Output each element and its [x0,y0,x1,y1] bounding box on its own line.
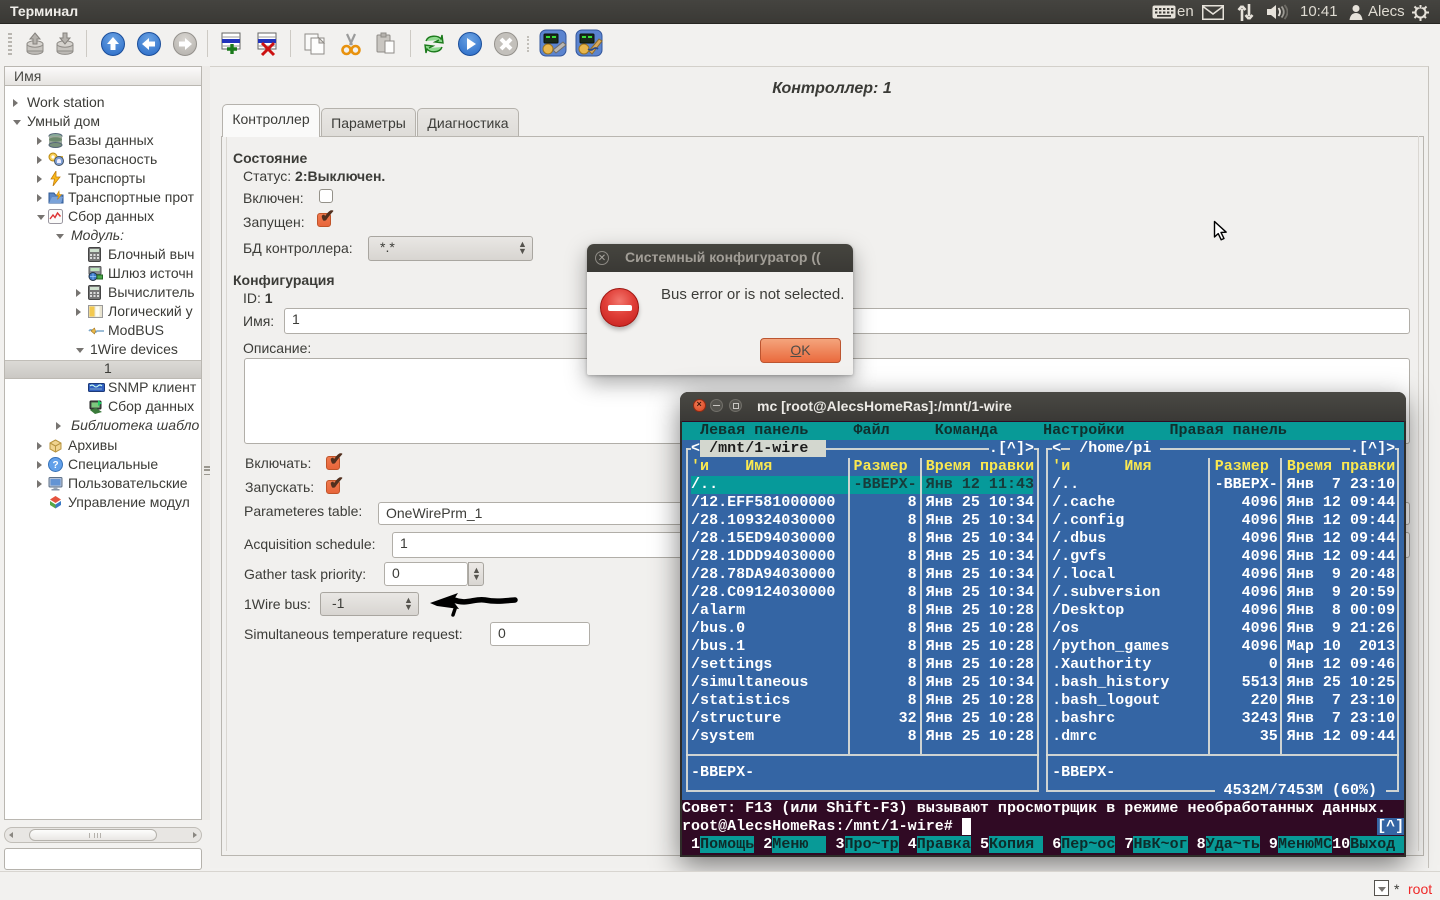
svg-text:?: ? [52,460,58,471]
